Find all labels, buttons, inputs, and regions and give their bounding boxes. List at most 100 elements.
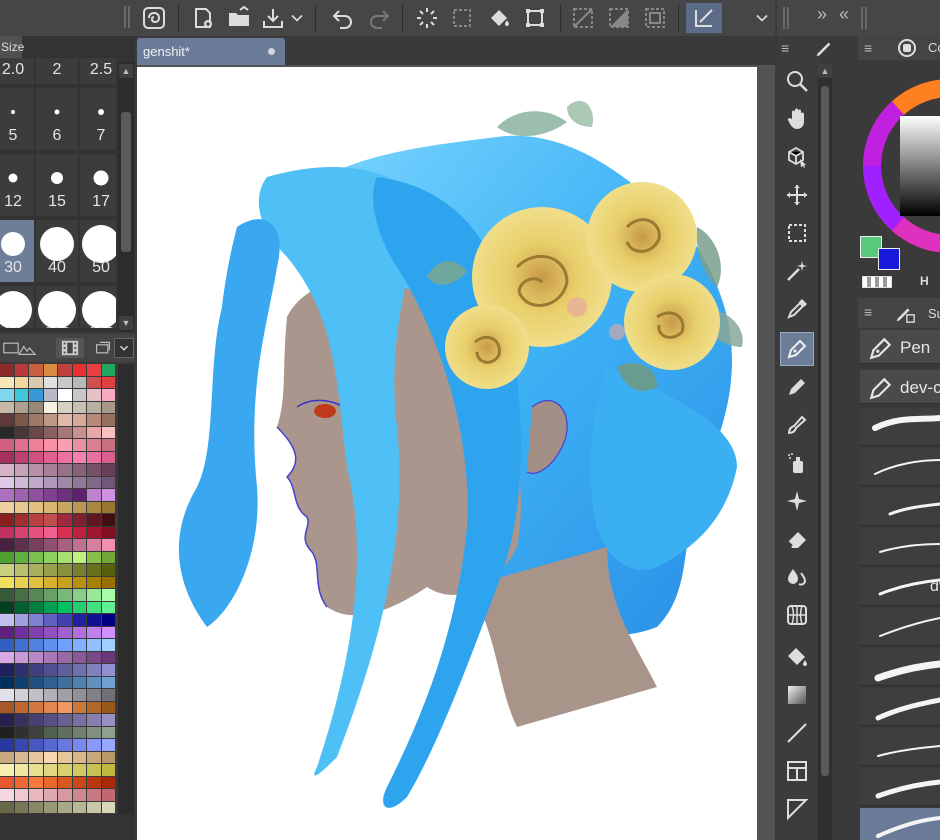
color-swatch[interactable] [101,489,115,501]
transparent-color-swatch[interactable] [862,276,892,288]
color-swatch[interactable] [0,464,14,476]
color-swatch[interactable] [0,739,14,751]
color-swatch[interactable] [43,576,57,588]
color-swatch[interactable] [14,614,28,626]
color-swatch[interactable] [58,789,72,801]
color-swatch[interactable] [0,701,14,713]
invert-selection-button[interactable] [604,3,634,33]
brush-size-scrollbar[interactable]: ▲ ▼ [118,62,134,332]
color-swatch[interactable] [43,676,57,688]
color-swatch[interactable] [29,376,43,388]
color-swatch[interactable] [72,601,86,613]
color-swatch[interactable] [101,714,115,726]
color-swatch[interactable] [58,564,72,576]
sub-tool-group-dev[interactable]: dev-c [860,370,940,404]
color-swatch[interactable] [58,689,72,701]
color-swatch[interactable] [14,689,28,701]
color-swatch[interactable] [0,626,14,638]
color-swatch[interactable] [14,776,28,788]
color-swatch[interactable] [87,514,101,526]
color-wheel-tab-icon[interactable] [898,39,916,57]
color-swatch[interactable] [58,376,72,388]
show-selection-launcher-button[interactable] [686,3,722,33]
color-swatch[interactable] [101,639,115,651]
color-swatch[interactable] [0,564,14,576]
color-swatch[interactable] [72,439,86,451]
color-swatch[interactable] [72,376,86,388]
color-swatch[interactable] [101,526,115,538]
color-swatch[interactable] [58,601,72,613]
color-swatch[interactable] [0,451,14,463]
color-swatch[interactable] [43,451,57,463]
color-swatch[interactable] [43,439,57,451]
color-swatch[interactable] [29,389,43,401]
color-swatch[interactable] [0,651,14,663]
color-swatch[interactable] [72,539,86,551]
color-swatch[interactable] [14,426,28,438]
color-swatch[interactable] [58,476,72,488]
color-swatch[interactable] [101,539,115,551]
color-swatch[interactable] [14,489,28,501]
clear-outside-selection-button[interactable] [447,3,477,33]
color-swatch[interactable] [0,764,14,776]
scroll-up-icon[interactable]: ▲ [818,64,832,78]
color-swatch[interactable] [101,551,115,563]
color-swatch[interactable] [0,489,14,501]
color-swatch[interactable] [58,464,72,476]
color-swatch[interactable] [0,714,14,726]
redo-button[interactable] [364,3,394,33]
color-swatch[interactable] [43,414,57,426]
color-swatch[interactable] [0,401,14,413]
fill-tool-button[interactable] [780,640,814,674]
brush-preset-row[interactable] [860,728,940,766]
decoration-tool-button[interactable] [780,484,814,518]
color-swatch[interactable] [14,676,28,688]
collapse-right-icon[interactable]: » [817,4,835,30]
color-swatch[interactable] [43,751,57,763]
color-swatch[interactable] [43,551,57,563]
color-swatch[interactable] [29,489,43,501]
color-swatch[interactable] [87,476,101,488]
scroll-down-icon[interactable]: ▼ [119,316,133,330]
color-swatch[interactable] [87,526,101,538]
color-swatch[interactable] [43,726,57,738]
color-swatch[interactable] [58,514,72,526]
color-swatch[interactable] [87,614,101,626]
color-swatch[interactable] [43,489,57,501]
color-swatch[interactable] [101,564,115,576]
color-swatch[interactable] [87,451,101,463]
color-swatch[interactable] [101,376,115,388]
color-swatch[interactable] [0,589,14,601]
color-swatch[interactable] [101,689,115,701]
color-swatch[interactable] [101,701,115,713]
color-swatch[interactable] [72,451,86,463]
sub-tool-group-pen[interactable]: Pen [860,330,940,364]
color-swatch[interactable] [87,664,101,676]
transform-button[interactable] [520,3,550,33]
color-swatch[interactable] [14,764,28,776]
color-swatch[interactable] [14,526,28,538]
color-swatch[interactable] [43,776,57,788]
panel-menu-dropdown[interactable] [114,338,134,358]
color-swatch[interactable] [101,739,115,751]
color-swatch[interactable] [101,414,115,426]
color-swatch[interactable] [14,751,28,763]
panel-menu-icon[interactable]: ≡ [781,40,797,56]
color-swatch[interactable] [29,539,43,551]
color-swatch[interactable] [14,401,28,413]
color-swatch[interactable] [43,764,57,776]
color-swatch[interactable] [29,614,43,626]
color-swatch[interactable] [29,651,43,663]
color-swatch[interactable] [101,651,115,663]
color-swatch[interactable] [72,714,86,726]
color-swatch[interactable] [58,676,72,688]
toolbar-overflow-dropdown[interactable] [752,3,772,33]
color-swatch[interactable] [87,676,101,688]
color-swatch[interactable] [0,601,14,613]
color-swatch[interactable] [72,776,86,788]
color-swatch[interactable] [0,376,14,388]
pencil-tool-button[interactable] [780,370,814,404]
color-swatch[interactable] [87,564,101,576]
color-swatch[interactable] [29,464,43,476]
color-swatch[interactable] [43,426,57,438]
